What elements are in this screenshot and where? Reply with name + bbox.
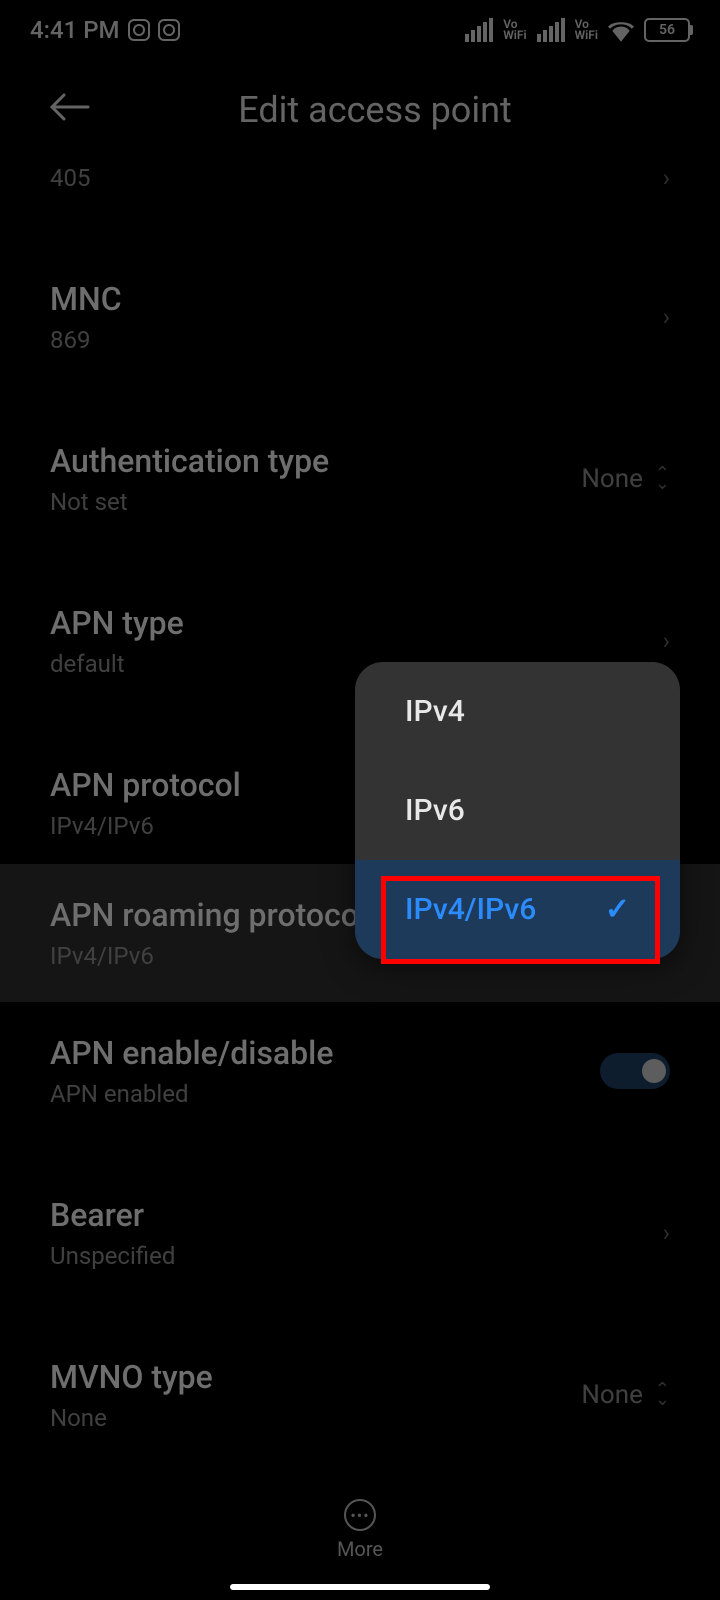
- dropdown-menu: IPv4 IPv6 IPv4/IPv6 ✓: [355, 662, 680, 959]
- setting-row-apn-enable[interactable]: APN enable/disable APN enabled: [0, 1002, 720, 1132]
- toggle-apn-enable[interactable]: [600, 1053, 670, 1089]
- home-indicator[interactable]: [230, 1584, 490, 1590]
- signal-icon-1: [465, 18, 493, 42]
- setting-label: APN type: [50, 604, 184, 642]
- updown-icon: ⌃⌄: [655, 469, 670, 489]
- dropdown-item-ipv6[interactable]: IPv6: [355, 761, 680, 860]
- setting-value: None: [50, 1404, 213, 1432]
- bottom-toolbar: ••• More: [0, 1460, 720, 1600]
- more-label[interactable]: More: [337, 1537, 383, 1561]
- dropdown-item-label: IPv6: [405, 793, 465, 828]
- setting-row-auth-type[interactable]: Authentication type Not set None ⌃⌄: [0, 418, 720, 540]
- setting-value: default: [50, 650, 184, 678]
- instagram-icon: [158, 19, 180, 41]
- signal-icon-2: [537, 18, 565, 42]
- setting-value: 869: [50, 326, 122, 354]
- setting-label: Bearer: [50, 1196, 175, 1234]
- status-time: 4:41 PM: [30, 16, 120, 44]
- setting-right-value: None: [581, 1380, 643, 1410]
- setting-value: Not set: [50, 488, 329, 516]
- setting-label: MNC: [50, 280, 122, 318]
- chevron-right-icon: ›: [663, 164, 670, 192]
- updown-icon: ⌃⌄: [655, 1385, 670, 1405]
- dropdown-item-ipv4ipv6[interactable]: IPv4/IPv6 ✓: [355, 860, 680, 959]
- page-title: Edit access point: [80, 89, 670, 131]
- setting-label: MVNO type: [50, 1358, 213, 1396]
- battery-icon: 56: [644, 18, 690, 42]
- setting-row-mnc[interactable]: MNC 869 ›: [0, 256, 720, 378]
- setting-label: APN protocol: [50, 766, 241, 804]
- more-icon[interactable]: •••: [344, 1499, 376, 1531]
- instagram-icon: [128, 19, 150, 41]
- setting-value: 405: [50, 164, 90, 192]
- setting-value: Unspecified: [50, 1242, 175, 1270]
- chevron-right-icon: ›: [663, 627, 670, 655]
- setting-value: IPv4/IPv6: [50, 942, 367, 970]
- vowifi-label-2: VoWiFi: [575, 19, 598, 41]
- setting-value: APN enabled: [50, 1080, 333, 1108]
- status-bar: 4:41 PM VoWiFi VoWiFi 56: [0, 0, 720, 60]
- header: Edit access point: [0, 60, 720, 160]
- setting-label: Authentication type: [50, 442, 329, 480]
- check-icon: ✓: [605, 892, 630, 927]
- dropdown-item-label: IPv4/IPv6: [405, 892, 536, 927]
- setting-row-bearer[interactable]: Bearer Unspecified ›: [0, 1172, 720, 1294]
- setting-right-value: None: [581, 464, 643, 494]
- chevron-right-icon: ›: [663, 303, 670, 331]
- setting-label: APN enable/disable: [50, 1034, 333, 1072]
- dropdown-item-ipv4[interactable]: IPv4: [355, 662, 680, 761]
- setting-label: APN roaming protocol: [50, 896, 367, 934]
- setting-row-mvno-type[interactable]: MVNO type None None ⌃⌄: [0, 1334, 720, 1456]
- wifi-icon: [608, 20, 634, 40]
- vowifi-label-1: VoWiFi: [503, 19, 526, 41]
- setting-value: IPv4/IPv6: [50, 812, 241, 840]
- dropdown-item-label: IPv4: [405, 694, 465, 729]
- setting-row-mcc[interactable]: 405 ›: [0, 160, 720, 216]
- chevron-right-icon: ›: [663, 1219, 670, 1247]
